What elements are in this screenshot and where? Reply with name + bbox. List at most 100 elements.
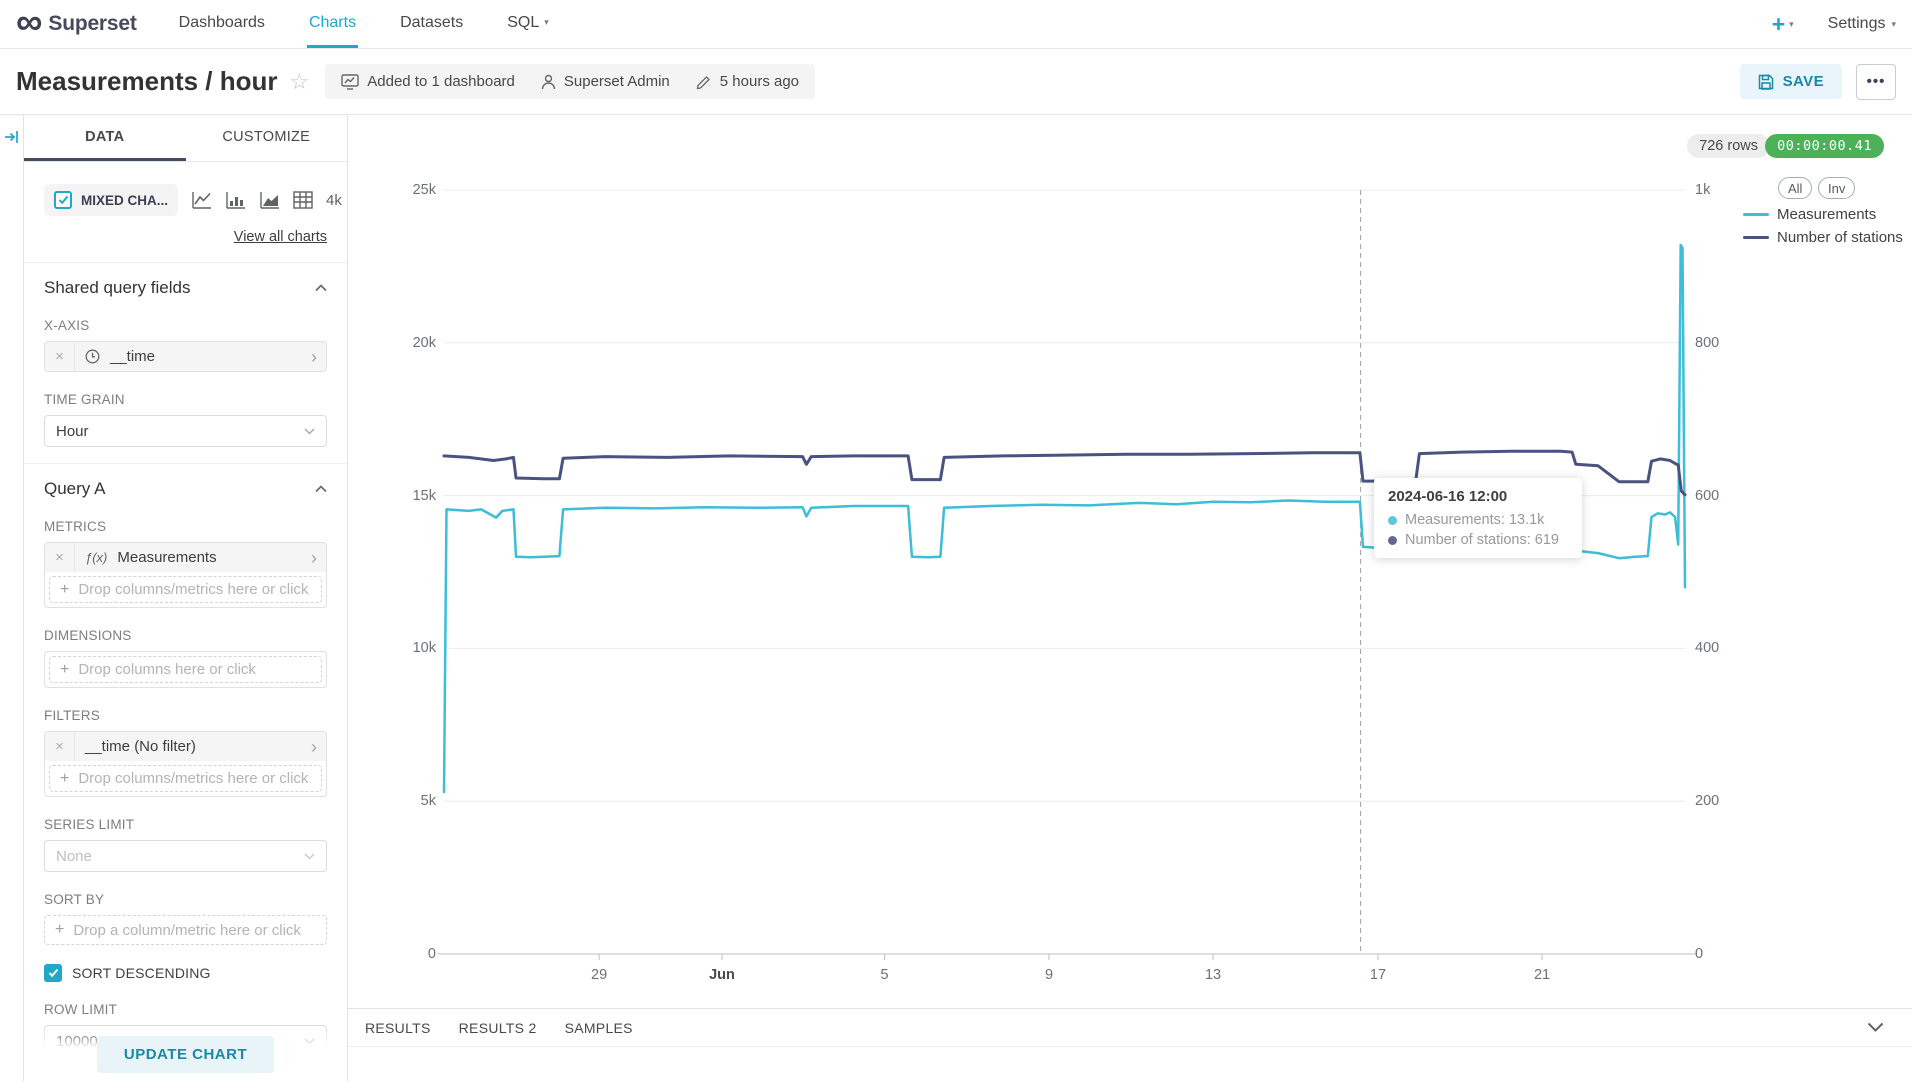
remove-icon[interactable]: × — [45, 543, 75, 572]
tab-data[interactable]: DATA — [24, 115, 186, 161]
y-axis-tick-label: 800 — [1695, 335, 1719, 351]
y-axis-tick-label: 15k — [413, 488, 436, 504]
tab-results[interactable]: RESULTS — [365, 1020, 431, 1036]
dimensions-dropzone[interactable]: + Drop columns here or click — [49, 656, 322, 683]
dashboards-badge[interactable]: Added to 1 dashboard — [341, 73, 515, 90]
x-axis-field[interactable]: × __time › — [44, 341, 327, 372]
nav-item-sql[interactable]: SQL▾ — [505, 0, 551, 48]
viz-type-selected[interactable]: MIXED CHA... — [44, 184, 178, 216]
y-axis-tick-label: 0 — [1695, 946, 1703, 962]
remove-icon[interactable]: × — [45, 732, 75, 761]
dashboard-icon — [341, 74, 359, 90]
viz-4k-option[interactable]: 4k — [326, 192, 342, 209]
chart-area[interactable]: 726 rows 00:00:00.41 All Inv Measurement… — [348, 115, 1912, 1008]
settings-menu[interactable]: Settings ▾ — [1828, 15, 1896, 33]
nav-item-dashboards[interactable]: Dashboards — [177, 0, 267, 48]
chart-canvas[interactable] — [348, 115, 1912, 1008]
tab-customize[interactable]: CUSTOMIZE — [186, 115, 348, 161]
series-dot-icon — [1388, 536, 1397, 545]
row-limit-label: ROW LIMIT — [44, 1002, 327, 1017]
superset-infinity-icon: ∞ — [16, 2, 42, 42]
checkbox-checked-icon — [54, 191, 72, 209]
tooltip-item: Number of stations: 619 — [1388, 532, 1568, 548]
chart-tooltip: 2024-06-16 12:00 Measurements: 13.1k Num… — [1374, 478, 1582, 558]
shared-query-fields-header[interactable]: Shared query fields — [44, 278, 327, 298]
plus-icon: + — [60, 581, 69, 599]
results-panel: RESULTS RESULTS 2 SAMPLES — [348, 1008, 1912, 1081]
sort-descending-checkbox[interactable]: SORT DESCENDING — [44, 964, 327, 982]
y-axis-tick-label: 200 — [1695, 793, 1719, 809]
panel-footer: UPDATE CHART — [24, 1027, 347, 1081]
table-icon[interactable] — [293, 191, 313, 209]
clock-icon — [85, 349, 100, 364]
chevron-down-icon — [304, 853, 315, 860]
chevron-down-icon — [304, 428, 315, 435]
plus-icon: + — [55, 921, 64, 939]
brand-name: Superset — [48, 12, 136, 36]
save-icon — [1758, 74, 1774, 90]
bar-chart-icon[interactable] — [225, 191, 246, 210]
dimensions-box: + Drop columns here or click — [44, 651, 327, 688]
function-icon: ƒ(x) — [85, 550, 107, 565]
time-grain-label: TIME GRAIN — [44, 392, 327, 407]
x-axis-tick-label: 5 — [881, 967, 889, 983]
last-modified-badge[interactable]: 5 hours ago — [696, 73, 799, 90]
pencil-icon — [696, 74, 712, 90]
nav-item-charts[interactable]: Charts — [307, 0, 358, 48]
top-nav: ∞ Superset Dashboards Charts Datasets SQ… — [0, 0, 1912, 49]
superset-logo[interactable]: ∞ Superset — [16, 0, 137, 48]
x-axis-label: X-AXIS — [44, 318, 327, 333]
y-axis-tick-label: 0 — [428, 946, 436, 962]
update-chart-button[interactable]: UPDATE CHART — [97, 1036, 274, 1073]
x-axis-tick-label: 29 — [591, 967, 607, 983]
more-actions-button[interactable]: ••• — [1856, 64, 1896, 100]
tab-samples[interactable]: SAMPLES — [565, 1020, 633, 1036]
caret-down-icon: ▾ — [544, 17, 549, 28]
filter-pill[interactable]: × __time (No filter) › — [45, 732, 326, 761]
control-panel: DATA CUSTOMIZE MIXED CHA... 4k View all … — [24, 115, 348, 1081]
remove-icon[interactable]: × — [45, 342, 75, 371]
tooltip-date: 2024-06-16 12:00 — [1388, 488, 1568, 505]
series-dot-icon — [1388, 516, 1397, 525]
y-axis-tick-label: 600 — [1695, 488, 1719, 504]
chevron-right-icon: › — [311, 551, 317, 565]
save-button[interactable]: SAVE — [1740, 64, 1842, 99]
metrics-box: × ƒ(x) Measurements › + Drop columns/met… — [44, 542, 327, 608]
metrics-dropzone[interactable]: + Drop columns/metrics here or click — [49, 576, 322, 603]
area-chart-icon[interactable] — [259, 191, 280, 210]
divider — [24, 463, 347, 464]
collapse-panel-icon[interactable] — [4, 129, 20, 145]
favorite-star-icon[interactable]: ☆ — [290, 69, 310, 95]
metric-pill[interactable]: × ƒ(x) Measurements › — [45, 543, 326, 572]
y-axis-tick-label: 20k — [413, 335, 436, 351]
plus-icon: + — [60, 661, 69, 679]
chart-container: 726 rows 00:00:00.41 All Inv Measurement… — [348, 115, 1912, 1081]
y-axis-tick-label: 25k — [413, 182, 436, 198]
series-limit-select[interactable]: None — [44, 840, 327, 872]
line-chart-icon[interactable] — [191, 191, 212, 210]
new-item-button[interactable]: + ▾ — [1772, 14, 1794, 34]
view-all-charts-link[interactable]: View all charts — [234, 229, 327, 245]
y-axis-tick-label: 5k — [421, 793, 436, 809]
chevron-up-icon — [315, 485, 327, 493]
time-grain-select[interactable]: Hour — [44, 415, 327, 447]
filters-box: × __time (No filter) › + Drop columns/me… — [44, 731, 327, 797]
collapse-results-chevron-icon[interactable] — [1867, 1022, 1884, 1033]
divider — [24, 262, 347, 263]
caret-down-icon: ▾ — [1789, 19, 1794, 30]
y-axis-tick-label: 10k — [413, 640, 436, 656]
panel-collapse-gutter — [0, 115, 24, 1081]
filters-dropzone[interactable]: + Drop columns/metrics here or click — [49, 765, 322, 792]
sort-by-dropzone[interactable]: + Drop a column/metric here or click — [44, 915, 327, 945]
x-axis-tick-label: 13 — [1205, 967, 1221, 983]
sort-by-label: SORT BY — [44, 892, 327, 907]
owner-badge[interactable]: Superset Admin — [541, 73, 670, 90]
nav-item-datasets[interactable]: Datasets — [398, 0, 465, 48]
plus-icon: + — [60, 770, 69, 788]
tab-results-2[interactable]: RESULTS 2 — [459, 1020, 537, 1036]
series-limit-label: SERIES LIMIT — [44, 817, 327, 832]
query-a-header[interactable]: Query A — [44, 479, 327, 499]
tooltip-item: Measurements: 13.1k — [1388, 512, 1568, 528]
x-axis-tick-label: 9 — [1045, 967, 1053, 983]
x-axis-tick-label: 21 — [1534, 967, 1550, 983]
